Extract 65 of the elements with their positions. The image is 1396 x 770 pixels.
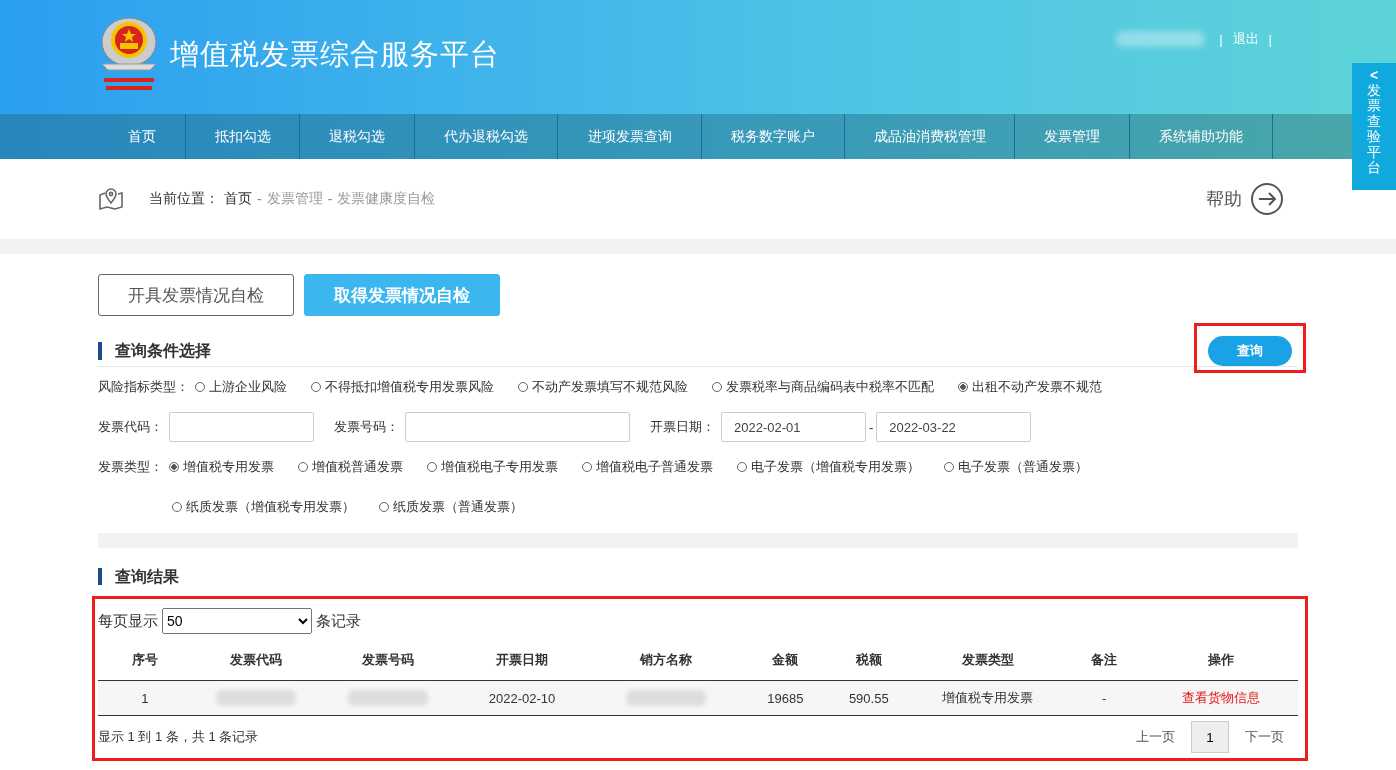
column-header: 备注	[1065, 640, 1144, 681]
breadcrumb-label: 当前位置：	[149, 190, 219, 208]
radio-option[interactable]: 发票税率与商品编码表中税率不匹配	[712, 378, 934, 396]
radio-option[interactable]: 电子发票（普通发票）	[944, 458, 1088, 476]
breadcrumb-separator: -	[327, 191, 333, 207]
field-label: 发票代码：	[98, 418, 163, 436]
prev-page-link[interactable]: 上一页	[1136, 728, 1175, 746]
help-link[interactable]: 帮助	[1206, 187, 1242, 211]
separator-text: |	[1268, 31, 1272, 47]
nav-item[interactable]: 代办退税勾选	[415, 114, 558, 159]
column-header: 发票类型	[910, 640, 1066, 681]
arrow-right-circle-icon[interactable]	[1250, 182, 1284, 216]
map-pin-icon	[98, 187, 124, 211]
table-cell: 19685	[767, 690, 804, 706]
date-from-field[interactable]: 2022-02-01	[721, 412, 866, 442]
table-cell: -	[1102, 690, 1107, 706]
field-label: 风险指标类型：	[98, 378, 189, 396]
breadcrumb-separator: -	[257, 191, 262, 207]
table-cell: 590.55	[848, 690, 889, 706]
radio-option[interactable]: 不动产发票填写不规范风险	[518, 378, 688, 396]
radio-icon[interactable]	[958, 382, 968, 392]
column-header: 金额	[743, 640, 828, 681]
page-size-select[interactable]: 50	[162, 608, 312, 634]
date-to-field[interactable]: 2022-03-22	[876, 412, 1032, 442]
radio-option[interactable]: 纸质发票（普通发票）	[379, 498, 523, 516]
page-size-label: 每页显示	[98, 611, 158, 631]
section-title: 查询条件选择	[98, 342, 211, 360]
field-label: 发票类型：	[98, 458, 163, 476]
record-summary: 显示 1 到 1 条，共 1 条记录	[98, 728, 259, 746]
table-cell: 增值税专用发票	[942, 690, 1034, 705]
separator-text: |	[1219, 31, 1223, 47]
invoice-number-field[interactable]	[405, 412, 630, 442]
date-separator: -	[869, 419, 874, 435]
table-cell: 2022-02-10	[488, 690, 556, 706]
radio-option[interactable]: 上游企业风险	[195, 378, 287, 396]
nav-item[interactable]: 抵扣勾选	[186, 114, 300, 159]
column-header: 操作	[1143, 640, 1298, 681]
column-header: 销方名称	[589, 640, 744, 681]
table-cell: 1	[141, 690, 149, 706]
radio-option[interactable]: 电子发票（增值税专用发票）	[737, 458, 920, 476]
platform-title: 增值税发票综合服务平台	[170, 36, 500, 73]
invoice-code-field[interactable]	[169, 412, 314, 442]
radio-option[interactable]: 不得抵扣增值税专用发票风险	[311, 378, 494, 396]
radio-option[interactable]: 出租不动产发票不规范	[958, 378, 1102, 396]
next-page-link[interactable]: 下一页	[1245, 728, 1284, 746]
radio-option[interactable]: 增值税电子专用发票	[427, 458, 558, 476]
nav-item[interactable]: 退税勾选	[300, 114, 415, 159]
nav-item[interactable]: 首页	[98, 114, 186, 159]
field-label: 发票号码：	[334, 418, 399, 436]
radio-option[interactable]: 纸质发票（增值税专用发票）	[172, 498, 355, 516]
radio-icon[interactable]	[169, 462, 179, 472]
column-header: 开票日期	[454, 640, 590, 681]
field-label: 开票日期：	[650, 418, 715, 436]
tab[interactable]: 开具发票情况自检	[98, 274, 294, 316]
column-header: 发票号码	[320, 640, 455, 681]
radio-option[interactable]: 增值税普通发票	[298, 458, 403, 476]
radio-option[interactable]: 增值税专用发票	[169, 458, 274, 476]
section-title: 查询结果	[98, 568, 179, 585]
column-header: 发票代码	[191, 640, 321, 681]
radio-option[interactable]: 增值税电子普通发票	[582, 458, 713, 476]
column-header: 税额	[827, 640, 911, 681]
page-number-button[interactable]: 1	[1191, 721, 1229, 753]
page-size-suffix: 条记录	[316, 611, 361, 631]
column-header: 序号	[98, 640, 192, 681]
breadcrumb-link[interactable]: 首页	[224, 190, 252, 208]
